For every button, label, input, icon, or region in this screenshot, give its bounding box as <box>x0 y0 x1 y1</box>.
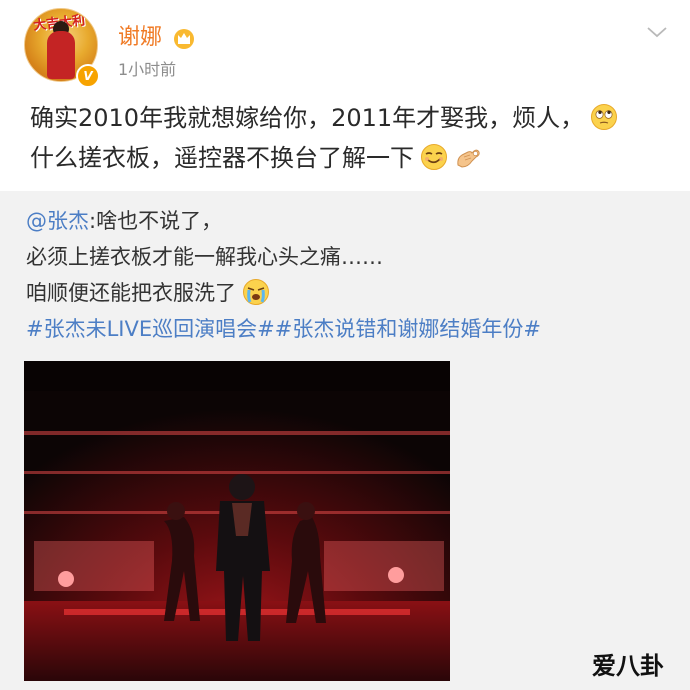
retweet-line-1-text: :啥也不说了， <box>89 209 223 233</box>
retweet-line-2: 必须上搓衣板才能一解我心头之痛…… <box>26 239 666 275</box>
post-line-1: 确实2010年我就想嫁给你，2011年才娶我，烦人， <box>30 98 670 138</box>
smirk-emoji-icon <box>421 144 447 170</box>
eye-roll-emoji-icon <box>591 104 618 130</box>
concert-photo-illustration <box>24 361 450 681</box>
mention-link[interactable]: @张杰 <box>26 209 89 233</box>
post-line-2: 什么搓衣板，遥控器不换台了解一下 <box>30 138 670 178</box>
retweet-line-1: @张杰:啥也不说了， <box>26 203 666 239</box>
retweet-line-2-text: 必须上搓衣板才能一解我心头之痛…… <box>26 245 383 269</box>
avatar-figure <box>47 31 75 79</box>
crown-icon[interactable] <box>172 26 196 50</box>
post-line-1-text: 确实2010年我就想嫁给你，2011年才娶我，烦人， <box>30 104 585 132</box>
watermark-logo: 爱八卦 <box>590 646 676 682</box>
username[interactable]: 谢娜 <box>118 23 162 53</box>
hashtag-links[interactable]: #张杰未LIVE巡回演唱会##张杰说错和谢娜结婚年份# <box>26 317 541 341</box>
watermark-text: 爱八卦 <box>592 652 664 680</box>
concert-photo[interactable] <box>24 361 450 681</box>
post-timestamp: 1小时前 <box>118 60 177 79</box>
verified-badge-icon: V <box>76 64 100 88</box>
watermark-graphic: 爱八卦 <box>592 652 664 680</box>
chevron-down-icon[interactable] <box>646 24 668 40</box>
retweet-line-3-text: 咱顺便还能把衣服洗了 <box>26 281 236 305</box>
post-header: 大吉大利 V 谢娜 1小时前 <box>0 0 690 95</box>
ok-hand-emoji-icon <box>457 149 480 168</box>
crying-emoji-icon <box>243 279 269 305</box>
retweet-content: @张杰:啥也不说了， 必须上搓衣板才能一解我心头之痛…… 咱顺便还能把衣服洗了 … <box>26 203 666 347</box>
post-content: 确实2010年我就想嫁给你，2011年才娶我，烦人， 什么搓衣板，遥控器不换台了… <box>30 98 670 178</box>
hashtags-line: #张杰未LIVE巡回演唱会##张杰说错和谢娜结婚年份# <box>26 311 666 347</box>
post-line-2-text: 什么搓衣板，遥控器不换台了解一下 <box>30 144 414 172</box>
retweet-line-3: 咱顺便还能把衣服洗了 <box>26 275 666 311</box>
